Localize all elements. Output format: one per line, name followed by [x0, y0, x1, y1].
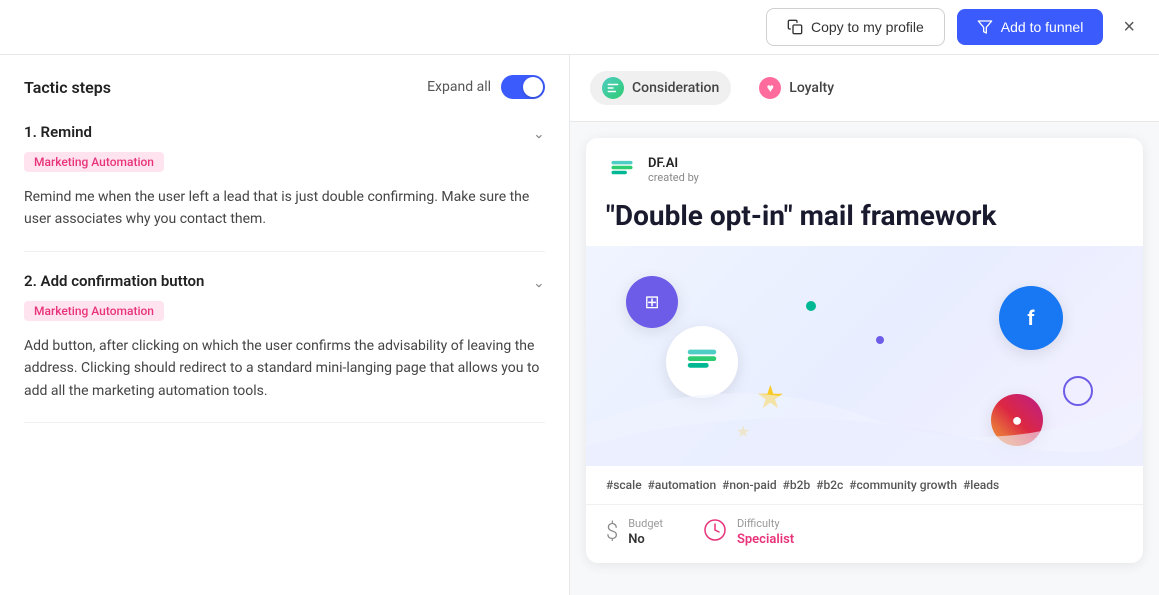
step-header: 2. Add confirmation button ⌃: [24, 272, 545, 290]
step-tag: Marketing Automation: [24, 301, 164, 321]
consideration-icon: [602, 77, 624, 99]
funnel-icon: [977, 19, 993, 35]
tactic-steps-header: Tactic steps Expand all: [24, 75, 545, 99]
tag: #b2c: [816, 478, 843, 492]
tab-consideration[interactable]: Consideration: [590, 71, 731, 105]
budget-icon: $: [606, 520, 618, 545]
budget-value: No: [628, 532, 663, 547]
left-panel: Tactic steps Expand all 1. Remind ⌃ Mark…: [0, 55, 570, 595]
step-item: 2. Add confirmation button ⌃ Marketing A…: [24, 272, 545, 423]
creator-label: created by: [648, 171, 699, 184]
tag: #leads: [963, 478, 999, 492]
card-visual: ⊞ f ● ★ ★: [586, 246, 1143, 466]
step-title: 2. Add confirmation button: [24, 272, 204, 290]
right-panel: Consideration ♥ Loyalty: [570, 55, 1159, 595]
difficulty-value: Specialist: [737, 532, 794, 547]
expand-all-label: Expand all: [427, 79, 491, 95]
main-content: Tactic steps Expand all 1. Remind ⌃ Mark…: [0, 55, 1159, 595]
tactic-steps-title: Tactic steps: [24, 78, 111, 97]
difficulty-icon: [703, 518, 727, 547]
header-bar: Copy to my profile Add to funnel ×: [0, 0, 1159, 55]
budget-info: Budget No: [628, 517, 663, 547]
difficulty-item: Difficulty Specialist: [703, 517, 794, 547]
card-title: "Double opt-in" mail framework: [586, 194, 1143, 246]
facebook-circle: f: [999, 286, 1063, 350]
difficulty-label: Difficulty: [737, 517, 794, 530]
step-chevron-icon[interactable]: ⌃: [533, 273, 545, 289]
tag: #b2b: [783, 478, 811, 492]
tabs-row: Consideration ♥ Loyalty: [570, 55, 1159, 122]
difficulty-info: Difficulty Specialist: [737, 517, 794, 547]
card-container: DF.AI created by "Double opt-in" mail fr…: [570, 122, 1159, 579]
step-description: Add button, after clicking on which the …: [24, 335, 545, 402]
add-funnel-btn-label: Add to funnel: [1001, 19, 1084, 35]
loyalty-icon: ♥: [759, 77, 781, 99]
creator-info: DF.AI created by: [648, 156, 699, 184]
dot-purple: [876, 336, 884, 344]
step-title: 1. Remind: [24, 123, 92, 141]
tag: #scale: [606, 478, 642, 492]
expand-all-container: Expand all: [427, 75, 545, 99]
card-creator: DF.AI created by: [586, 138, 1143, 194]
tab-loyalty[interactable]: ♥ Loyalty: [747, 71, 846, 105]
tab-consideration-label: Consideration: [632, 80, 719, 96]
tag: #community growth: [849, 478, 957, 492]
tactic-card: DF.AI created by "Double opt-in" mail fr…: [586, 138, 1143, 563]
tag: #non-paid: [722, 478, 777, 492]
creator-name: DF.AI: [648, 156, 699, 171]
purple-circle: ⊞: [626, 276, 678, 328]
step-chevron-icon[interactable]: ⌃: [533, 124, 545, 140]
curve-decoration: [586, 346, 1143, 466]
copy-to-profile-button[interactable]: Copy to my profile: [766, 8, 945, 46]
step-header: 1. Remind ⌃: [24, 123, 545, 141]
dot-green: [806, 301, 816, 311]
budget-label: Budget: [628, 517, 663, 530]
step-item: 1. Remind ⌃ Marketing Automation Remind …: [24, 123, 545, 252]
close-icon: ×: [1123, 16, 1135, 38]
close-button[interactable]: ×: [1115, 13, 1143, 41]
tag: #automation: [648, 478, 717, 492]
copy-btn-label: Copy to my profile: [811, 19, 924, 35]
tags-row: #scale #automation #non-paid #b2b #b2c #…: [586, 466, 1143, 504]
copy-icon: [787, 19, 803, 35]
add-to-funnel-button[interactable]: Add to funnel: [957, 9, 1104, 45]
expand-all-toggle[interactable]: [501, 75, 545, 99]
step-tag: Marketing Automation: [24, 152, 164, 172]
tab-loyalty-label: Loyalty: [789, 80, 834, 96]
creator-logo: [606, 154, 638, 186]
card-footer: $ Budget No: [586, 504, 1143, 563]
budget-item: $ Budget No: [606, 517, 663, 547]
step-description: Remind me when the user left a lead that…: [24, 186, 545, 231]
